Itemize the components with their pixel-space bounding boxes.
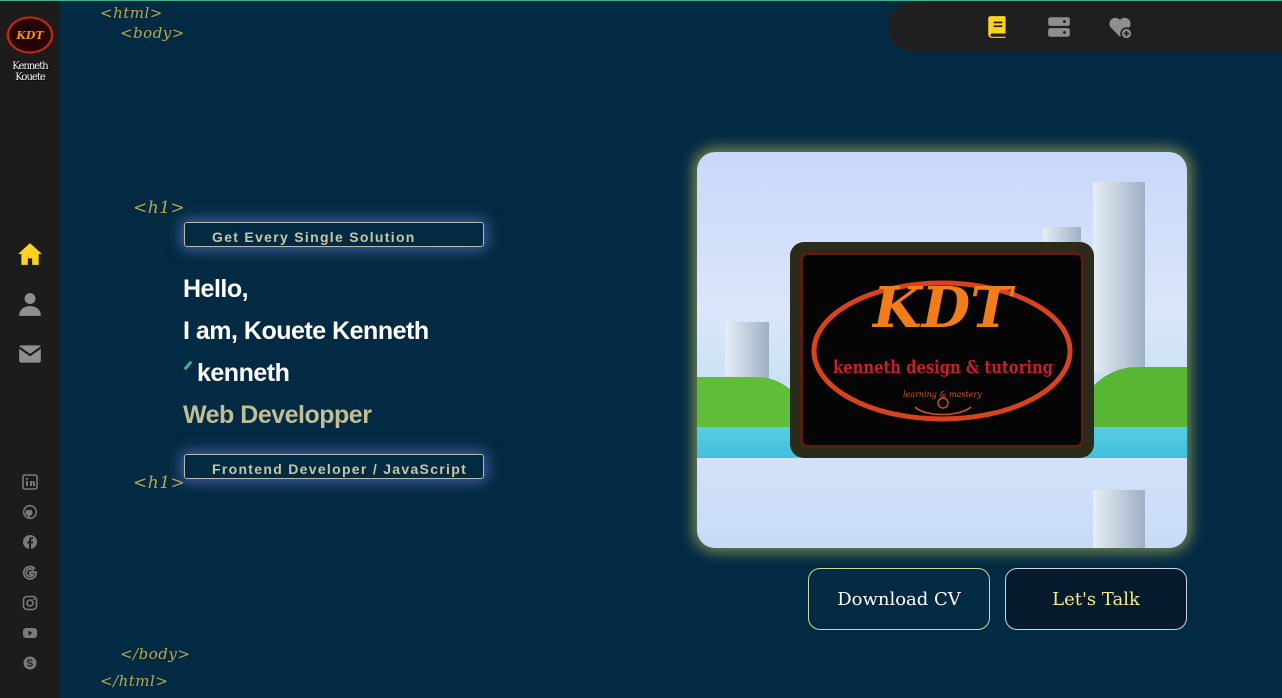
download-cv-button[interactable]: Download CV xyxy=(808,568,990,630)
hero-typed: kenneth xyxy=(183,359,290,388)
nav-about[interactable] xyxy=(17,291,43,317)
facebook-icon xyxy=(23,535,37,549)
home-icon xyxy=(18,243,42,265)
typed-cursor-mark xyxy=(183,360,193,371)
youtube-icon xyxy=(23,628,37,638)
subtitle-pill: Frontend Developer / JavaScript xyxy=(184,454,484,479)
top-nav xyxy=(888,2,1282,52)
code-tag-html-close: </html> xyxy=(100,672,169,690)
social-google[interactable] xyxy=(22,565,38,581)
top-nav-resume[interactable] xyxy=(985,14,1011,40)
google-icon xyxy=(22,565,38,580)
code-tag-body-close: </body> xyxy=(120,645,191,663)
brand-name[interactable]: Kenneth Kouete xyxy=(2,61,58,83)
heart-plus-icon xyxy=(1109,17,1133,40)
nav-contact[interactable] xyxy=(17,341,43,367)
user-icon xyxy=(19,293,41,316)
lets-talk-button[interactable]: Let's Talk xyxy=(1005,568,1187,630)
logo-letters: KDT xyxy=(871,275,1016,341)
social-github[interactable] xyxy=(22,504,38,520)
social-youtube[interactable] xyxy=(22,625,38,641)
building-tall xyxy=(1093,182,1145,372)
code-tag-html-open: <html> xyxy=(100,4,163,22)
sidebar: KDT Kenneth Kouete xyxy=(0,1,60,698)
social-facebook[interactable] xyxy=(22,534,38,550)
book-icon xyxy=(988,16,1006,38)
code-tag-h1-open: <h1> xyxy=(133,198,186,218)
hero-intro: I am, Kouete Kenneth xyxy=(183,317,429,345)
tagline-pill: Get Every Single Solution xyxy=(184,222,484,247)
top-nav-services[interactable] xyxy=(1046,14,1072,40)
hero-greeting: Hello, xyxy=(183,275,249,303)
logo-company-name: kenneth design & tutoring xyxy=(833,357,1053,378)
hero-role: Web Developper xyxy=(183,401,372,429)
building-tall-repeat xyxy=(1093,490,1145,548)
company-logo-frame: KDT kenneth design & tutoring learning &… xyxy=(790,242,1094,458)
hero-typed-text: kenneth xyxy=(197,359,290,387)
brand-logo[interactable]: KDT xyxy=(6,16,54,54)
company-logo: KDT kenneth design & tutoring learning &… xyxy=(800,252,1084,448)
top-nav-favorites[interactable] xyxy=(1107,14,1133,40)
linkedin-icon xyxy=(22,474,38,490)
skype-icon xyxy=(23,656,37,670)
social-instagram[interactable] xyxy=(22,595,38,611)
brand-logo-text: KDT xyxy=(16,28,44,42)
envelope-icon xyxy=(18,345,42,363)
company-logo-graphic: KDT kenneth design & tutoring learning &… xyxy=(811,275,1073,422)
instagram-icon xyxy=(22,595,38,611)
code-tag-h1-close: <h1> xyxy=(133,473,186,493)
hero-image-card: KDT kenneth design & tutoring learning &… xyxy=(697,152,1187,548)
nav-home[interactable] xyxy=(17,241,43,267)
social-skype[interactable] xyxy=(22,655,38,671)
social-linkedin[interactable] xyxy=(22,474,38,490)
server-icon xyxy=(1048,17,1070,37)
code-tag-body-open: <body> xyxy=(120,24,185,42)
github-icon xyxy=(22,504,38,520)
